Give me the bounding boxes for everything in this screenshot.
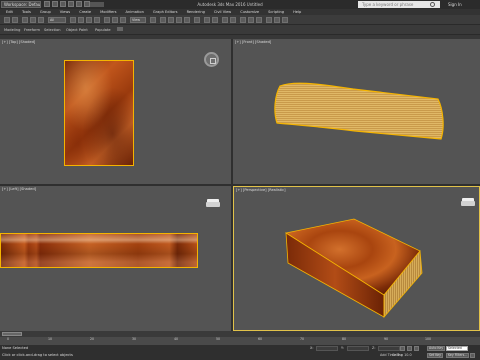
viewcube-icon[interactable] xyxy=(461,198,475,206)
top-viewport[interactable]: [+] [Top] [Shaded] xyxy=(0,39,231,184)
material-editor-icon[interactable] xyxy=(256,17,262,23)
left-viewport-label[interactable]: [+] [Left] [Shaded] xyxy=(2,187,36,191)
edit-named-selection-icon[interactable] xyxy=(194,17,200,23)
sign-in-link[interactable]: Sign In xyxy=(448,1,462,8)
redo-icon[interactable] xyxy=(12,17,18,23)
tab-freeform[interactable]: Freeform xyxy=(24,27,40,33)
app-title: Autodesk 3ds Max 2016 Untitled xyxy=(197,2,263,7)
tab-object-paint[interactable]: Object Paint xyxy=(66,27,88,33)
align-icon[interactable] xyxy=(212,17,218,23)
timeline-tick: 40 xyxy=(173,337,179,341)
rectangular-selection-icon[interactable] xyxy=(86,17,92,23)
quick-access-dropdown[interactable] xyxy=(90,2,104,7)
window-crossing-icon[interactable] xyxy=(94,17,100,23)
ribbon: Modeling Freeform Selection Object Paint… xyxy=(0,25,480,35)
timeline-tick: 10 xyxy=(47,337,53,341)
timeline-tick: 50 xyxy=(215,337,221,341)
timeline-tick: 80 xyxy=(341,337,347,341)
main-toolbar: All View xyxy=(0,15,480,25)
y-coordinate-label: Y: xyxy=(341,346,344,350)
scale-icon[interactable] xyxy=(120,17,126,23)
left-viewport[interactable]: [+] [Left] [Shaded] xyxy=(0,186,231,331)
percent-snap-icon[interactable] xyxy=(176,17,182,23)
title-bar: Workspace: Default Autodesk 3ds Max 2016… xyxy=(0,0,480,9)
link-icon[interactable] xyxy=(22,17,28,23)
viewcube-icon[interactable] xyxy=(206,199,220,207)
viewport-area: [+] [Top] [Shaded] [+] [Front] [Shaded] … xyxy=(0,39,480,331)
undo-icon[interactable] xyxy=(68,1,74,7)
auto-key-button[interactable]: Auto Key xyxy=(427,346,446,351)
workspace-dropdown[interactable]: Workspace: Default xyxy=(1,1,41,8)
selection-filter-dropdown[interactable]: All xyxy=(48,17,66,23)
timeline-tick: 70 xyxy=(299,337,305,341)
curve-editor-icon[interactable] xyxy=(240,17,246,23)
timeline-tick: 20 xyxy=(89,337,95,341)
book-front-view[interactable] xyxy=(233,39,480,184)
timeline-tick: 0 xyxy=(6,337,10,341)
render-production-icon[interactable] xyxy=(282,17,288,23)
save-file-icon[interactable] xyxy=(60,1,66,7)
reference-coordinate-dropdown[interactable]: View xyxy=(130,17,146,23)
set-key-button[interactable]: Set Key xyxy=(427,353,444,358)
x-coordinate-field[interactable] xyxy=(316,346,338,351)
unlink-icon[interactable] xyxy=(30,17,36,23)
timeline-tick: 90 xyxy=(383,337,389,341)
rotate-icon[interactable] xyxy=(112,17,118,23)
timeline-tick: 30 xyxy=(131,337,137,341)
search-icon[interactable] xyxy=(430,2,435,7)
ribbon-options-icon[interactable] xyxy=(117,27,123,31)
x-coordinate-label: X: xyxy=(310,346,314,350)
viewcube-icon[interactable] xyxy=(204,52,219,67)
rendered-frame-window-icon[interactable] xyxy=(274,17,280,23)
pivot-center-icon[interactable] xyxy=(150,17,156,23)
perspective-viewport[interactable]: [+] [Perspective] [Realistic] xyxy=(233,186,480,331)
select-by-name-icon[interactable] xyxy=(78,17,84,23)
z-coordinate-field[interactable] xyxy=(378,346,400,351)
new-scene-icon[interactable] xyxy=(44,1,50,7)
graphite-toggle-icon[interactable] xyxy=(230,17,236,23)
angle-snap-icon[interactable] xyxy=(168,17,174,23)
redo-icon[interactable] xyxy=(76,1,82,7)
z-coordinate-label: Z: xyxy=(372,346,376,350)
key-filters-button[interactable]: Key Filters... xyxy=(446,353,470,358)
undo-icon[interactable] xyxy=(4,17,10,23)
render-setup-icon[interactable] xyxy=(266,17,272,23)
top-viewport-label[interactable]: [+] [Top] [Shaded] xyxy=(2,40,35,44)
timeline-tick: 100 xyxy=(424,337,432,341)
track-bar[interactable]: 0 10 20 30 40 50 60 70 80 90 100 xyxy=(0,337,480,345)
spinner-snap-icon[interactable] xyxy=(184,17,190,23)
go-to-start-icon[interactable] xyxy=(400,346,405,351)
prompt-line: Click or click-and-drag to select object… xyxy=(2,353,73,357)
timeline-tick: 60 xyxy=(257,337,263,341)
tab-selection[interactable]: Selection xyxy=(44,27,61,33)
tab-modeling[interactable]: Modeling xyxy=(4,27,20,33)
search-input[interactable]: Type a keyword or phrase xyxy=(358,1,440,8)
time-configuration-icon[interactable] xyxy=(470,353,475,358)
book-top-view[interactable] xyxy=(64,60,134,166)
layer-explorer-icon[interactable] xyxy=(222,17,228,23)
y-coordinate-field[interactable] xyxy=(347,346,369,351)
snaps-toggle-icon[interactable] xyxy=(160,17,166,23)
select-object-icon[interactable] xyxy=(70,17,76,23)
book-side-view[interactable] xyxy=(0,233,198,268)
play-icon[interactable] xyxy=(414,346,419,351)
book-perspective-view[interactable] xyxy=(234,187,480,331)
selection-status: None Selected xyxy=(2,346,29,350)
front-viewport[interactable]: [+] [Front] [Shaded] xyxy=(233,39,480,184)
bind-space-warp-icon[interactable] xyxy=(38,17,44,23)
time-slider[interactable] xyxy=(2,332,22,336)
add-time-tag[interactable]: Add Time Tag xyxy=(380,353,403,357)
tab-populate[interactable]: Populate xyxy=(95,27,111,33)
move-icon[interactable] xyxy=(104,17,110,23)
mirror-icon[interactable] xyxy=(204,17,210,23)
key-mode-dropdown[interactable]: Selected xyxy=(446,346,468,351)
status-bar: None Selected Click or click-and-drag to… xyxy=(0,345,480,360)
open-file-icon[interactable] xyxy=(52,1,58,7)
previous-frame-icon[interactable] xyxy=(407,346,412,351)
quick-access-toolbar xyxy=(44,1,90,8)
schematic-view-icon[interactable] xyxy=(248,17,254,23)
